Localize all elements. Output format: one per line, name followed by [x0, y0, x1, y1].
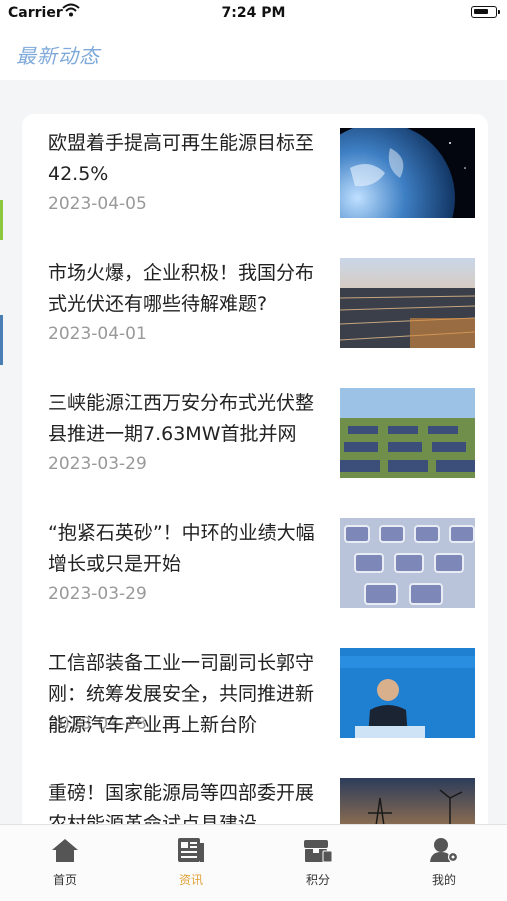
- news-item[interactable]: 三峡能源江西万安分布式光伏整县推进一期7.63MW首批并网 2023-03-29: [22, 374, 488, 504]
- news-title: 三峡能源江西万安分布式光伏整县推进一期7.63MW首批并网: [48, 392, 315, 445]
- tab-news[interactable]: 资讯: [151, 837, 231, 888]
- home-icon: [25, 837, 105, 867]
- clock: 7:24 PM: [221, 5, 286, 21]
- news-title: 工信部装备工业一司副司长郭守刚：统筹发展安全，共同推进新能源汽车产业再上新台阶: [48, 652, 315, 736]
- earth-thumbnail: [340, 128, 475, 218]
- battery-icon: [471, 6, 500, 18]
- tab-profile[interactable]: 我的: [404, 837, 484, 888]
- news-item[interactable]: 2023-03-28 工信部装备工业一司副司长郭守刚：统筹发展安全，共同推进新能…: [22, 634, 488, 764]
- edge-indicator: [0, 315, 3, 365]
- news-item[interactable]: 市场火爆，企业积极！我国分布式光伏还有哪些待解难题? 2023-04-01: [22, 244, 488, 374]
- tab-points[interactable]: 积分: [278, 837, 358, 888]
- news-item[interactable]: 欧盟着手提高可再生能源目标至42.5% 2023-04-05: [22, 114, 488, 244]
- nav-bar: 最新动态: [0, 26, 507, 80]
- tab-label: 资讯: [178, 873, 203, 887]
- page-title: 最新动态: [16, 44, 100, 68]
- news-title: 欧盟着手提高可再生能源目标至42.5%: [48, 132, 315, 185]
- news-title: 市场火爆，企业积极！我国分布式光伏还有哪些待解难题?: [48, 262, 315, 315]
- news-icon: [151, 837, 231, 867]
- tab-bar: 首页 资讯 积分 我的: [0, 824, 507, 901]
- status-bar: Carrier 7:24 PM: [0, 0, 507, 26]
- news-date: 2023-03-29: [48, 584, 147, 604]
- news-title: “抱紧石英砂”！中环的业绩大幅增长或只是开始: [48, 522, 315, 575]
- tab-label: 首页: [52, 873, 77, 887]
- news-item[interactable]: “抱紧石英砂”！中环的业绩大幅增长或只是开始 2023-03-29: [22, 504, 488, 634]
- silicon-wafers-thumbnail: [340, 518, 475, 608]
- profile-icon: [404, 837, 484, 867]
- edge-indicator: [0, 200, 3, 240]
- news-date: 2023-03-29: [48, 454, 147, 474]
- news-list: 欧盟着手提高可再生能源目标至42.5% 2023-04-05 市场火爆，企业积极…: [22, 114, 488, 854]
- news-date: 2023-04-05: [48, 194, 147, 214]
- points-icon: [278, 837, 358, 867]
- solar-farm-thumbnail: [340, 388, 475, 478]
- tab-label: 积分: [305, 873, 330, 887]
- tab-home[interactable]: 首页: [25, 837, 105, 888]
- speaker-thumbnail: [340, 648, 475, 738]
- solar-panels-thumbnail: [340, 258, 475, 348]
- tab-label: 我的: [431, 873, 456, 887]
- news-date: 2023-04-01: [48, 324, 147, 344]
